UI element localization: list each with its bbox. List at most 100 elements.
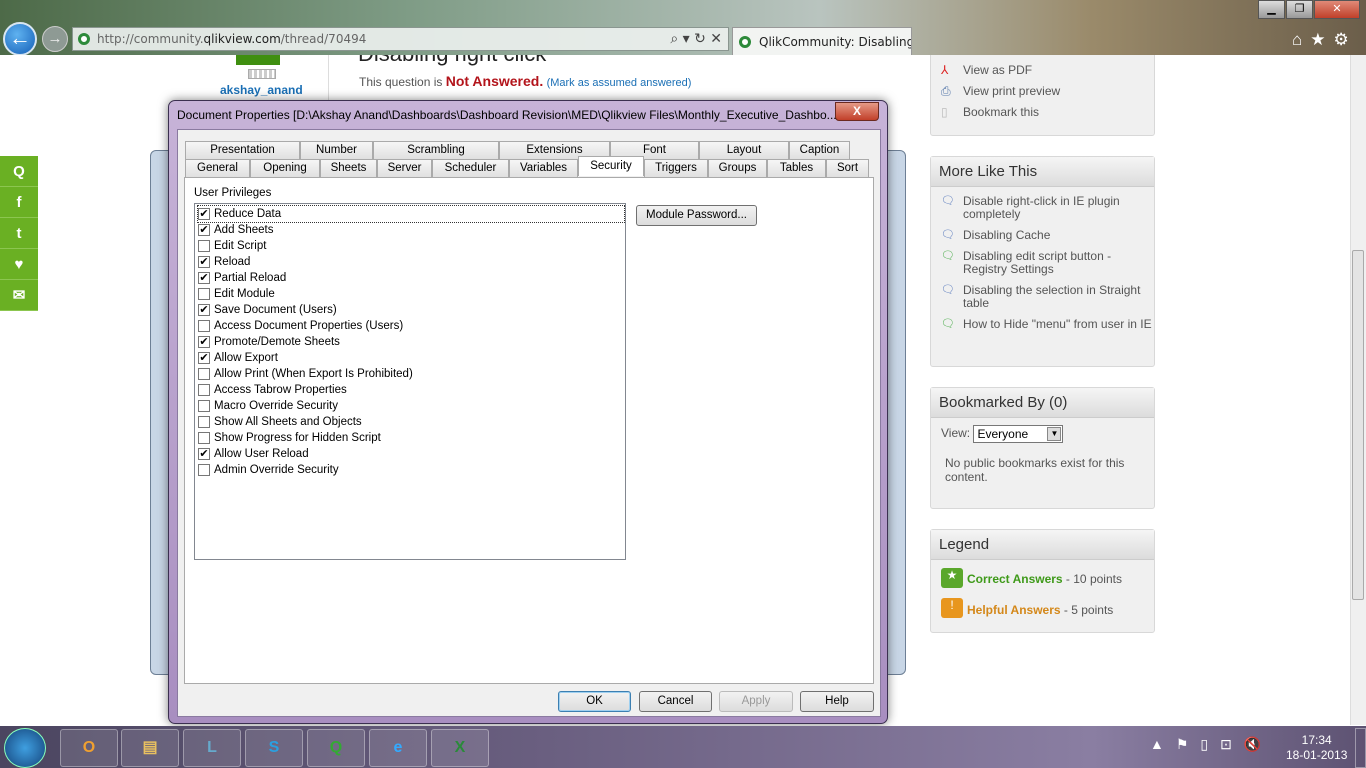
privilege-item[interactable]: Show All Sheets and Objects [198,414,362,430]
view-label: View: [941,426,971,441]
privilege-item[interactable]: ✔ Reduce Data [197,205,625,223]
checkbox[interactable] [198,240,210,252]
scrollbar-thumb[interactable] [1352,250,1364,600]
address-bar[interactable]: http://community.qlikview.com/thread/704… [72,27,729,51]
privilege-item[interactable]: Admin Override Security [198,462,339,478]
privilege-item[interactable]: Macro Override Security [198,398,338,414]
twitter-icon[interactable]: t [0,218,38,249]
privilege-item[interactable]: Edit Module [198,286,275,302]
checkbox[interactable] [198,416,210,428]
mark-answered-link[interactable]: (Mark as assumed answered) [547,77,692,89]
checkbox[interactable] [198,320,210,332]
privilege-item[interactable]: Show Progress for Hidden Script [198,430,381,446]
username-link[interactable]: akshay_anand [220,83,303,97]
dialog-close-button[interactable]: X [835,102,879,121]
chevron-down-icon[interactable]: ▼ [1047,427,1062,441]
view-select[interactable]: Everyone ▼ [973,425,1064,443]
checkbox[interactable]: ✔ [198,256,210,268]
checkbox[interactable] [198,384,210,396]
tab-triggers[interactable]: Triggers [644,159,708,177]
checkbox[interactable]: ✔ [198,224,210,236]
tab-security[interactable]: Security [578,156,644,176]
related-thread-link[interactable]: 🗨 Disabling Cache [931,229,1154,242]
clock[interactable]: 17:34 18-01-2013 [1286,733,1347,763]
link-label: Disable right-click in IE plugin complet… [963,194,1120,221]
address-tools[interactable]: ⌕ ▾ ↻ ✕ [670,28,722,50]
forward-button[interactable]: → [42,26,68,52]
system-tray-icons[interactable]: ▲⚑▯⊡🔇 [1150,736,1273,753]
privileges-list[interactable]: ✔ Reduce Data ✔ Add Sheets Edit Script ✔ Reloa… [194,203,626,560]
qlikview-taskbar-icon[interactable]: Q [307,729,365,767]
privilege-item[interactable]: ✔ Save Document (Users) [198,302,337,318]
checkbox[interactable]: ✔ [198,272,210,284]
privilege-item[interactable]: Edit Script [198,238,266,254]
checkbox[interactable] [198,288,210,300]
tab-sort[interactable]: Sort [826,159,869,177]
checkbox[interactable] [198,432,210,444]
window-close-button[interactable]: ✕ [1314,0,1360,19]
checkbox[interactable] [198,400,210,412]
help-button[interactable]: Help [800,691,874,712]
apply-button[interactable]: Apply [719,691,793,712]
discussion-icon: 🗨 [941,195,955,207]
tab-layout[interactable]: Layout [699,141,789,159]
print-preview-link[interactable]: ⎙ View print preview [931,85,1154,98]
tab-general[interactable]: General [185,159,250,177]
restore-button[interactable]: ❐ [1286,0,1313,19]
minimize-button[interactable]: ▁ [1258,0,1285,19]
privilege-item[interactable]: ✔ Allow Export [198,350,278,366]
tab-caption[interactable]: Caption [789,141,850,159]
tab-number[interactable]: Number [300,141,373,159]
tab-variables[interactable]: Variables [509,159,578,177]
tab-row-2: General Opening Sheets Server Scheduler Varia… [185,156,869,177]
tab-groups[interactable]: Groups [708,159,767,177]
privilege-item[interactable]: ✔ Reload [198,254,250,270]
tab-opening[interactable]: Opening [250,159,320,177]
checkbox[interactable]: ✔ [198,304,210,316]
tab-tables[interactable]: Tables [767,159,826,177]
browser-tab[interactable]: QlikCommunity: Disabling ... [732,27,912,55]
bookmark-link[interactable]: ▯ Bookmark this [931,106,1154,119]
module-password-button[interactable]: Module Password... [636,205,757,226]
privilege-item[interactable]: ✔ Partial Reload [198,270,286,286]
email-icon[interactable]: ✉ [0,280,38,311]
back-button[interactable]: ← [3,22,37,56]
privilege-item[interactable]: ✔ Allow User Reload [198,446,309,462]
privilege-item[interactable]: Access Document Properties (Users) [198,318,403,334]
heart-icon[interactable]: ♥ [0,249,38,280]
checkbox[interactable]: ✔ [198,208,210,220]
checkbox[interactable] [198,368,210,380]
show-desktop-button[interactable] [1355,728,1366,768]
home-star-gear-icons[interactable]: ⌂★⚙ [1292,30,1357,50]
ok-button[interactable]: OK [558,691,631,712]
facebook-icon[interactable]: f [0,187,38,218]
checkbox[interactable]: ✔ [198,336,210,348]
excel-taskbar-icon[interactable]: X [431,729,489,767]
lync-taskbar-icon[interactable]: L [183,729,241,767]
related-thread-link[interactable]: 🗨 How to Hide "menu" from user in IE [931,318,1154,331]
checkbox[interactable]: ✔ [198,448,210,460]
cancel-button[interactable]: Cancel [639,691,712,712]
privilege-item[interactable]: Access Tabrow Properties [198,382,347,398]
skype-taskbar-icon[interactable]: S [245,729,303,767]
panel-title: Legend [931,530,1154,560]
related-thread-link[interactable]: 🗨 Disabling the selection in Straight tab… [931,284,1154,310]
checkbox[interactable]: ✔ [198,352,210,364]
tab-presentation[interactable]: Presentation [185,141,300,159]
tab-server[interactable]: Server [377,159,432,177]
outlook-taskbar-icon[interactable]: O [60,729,118,767]
internet-explorer-taskbar-icon[interactable]: e [369,729,427,767]
qlik-share-icon[interactable]: Q [0,156,38,187]
related-thread-link[interactable]: 🗨 Disable right-click in IE plugin comple… [931,195,1154,221]
privilege-item[interactable]: ✔ Promote/Demote Sheets [198,334,340,350]
tab-scheduler[interactable]: Scheduler [432,159,509,177]
related-thread-link[interactable]: 🗨 Disabling edit script button - Registry… [931,250,1154,276]
tab-sheets[interactable]: Sheets [320,159,377,177]
checkbox[interactable] [198,464,210,476]
view-pdf-link[interactable]: ⅄ View as PDF [931,64,1154,77]
start-button[interactable] [4,728,46,768]
explorer-taskbar-icon[interactable]: ▤ [121,729,179,767]
privilege-item[interactable]: Allow Print (When Export Is Prohibited) [198,366,413,382]
tab-scrambling[interactable]: Scrambling [373,141,499,159]
privilege-item[interactable]: ✔ Add Sheets [198,222,273,238]
